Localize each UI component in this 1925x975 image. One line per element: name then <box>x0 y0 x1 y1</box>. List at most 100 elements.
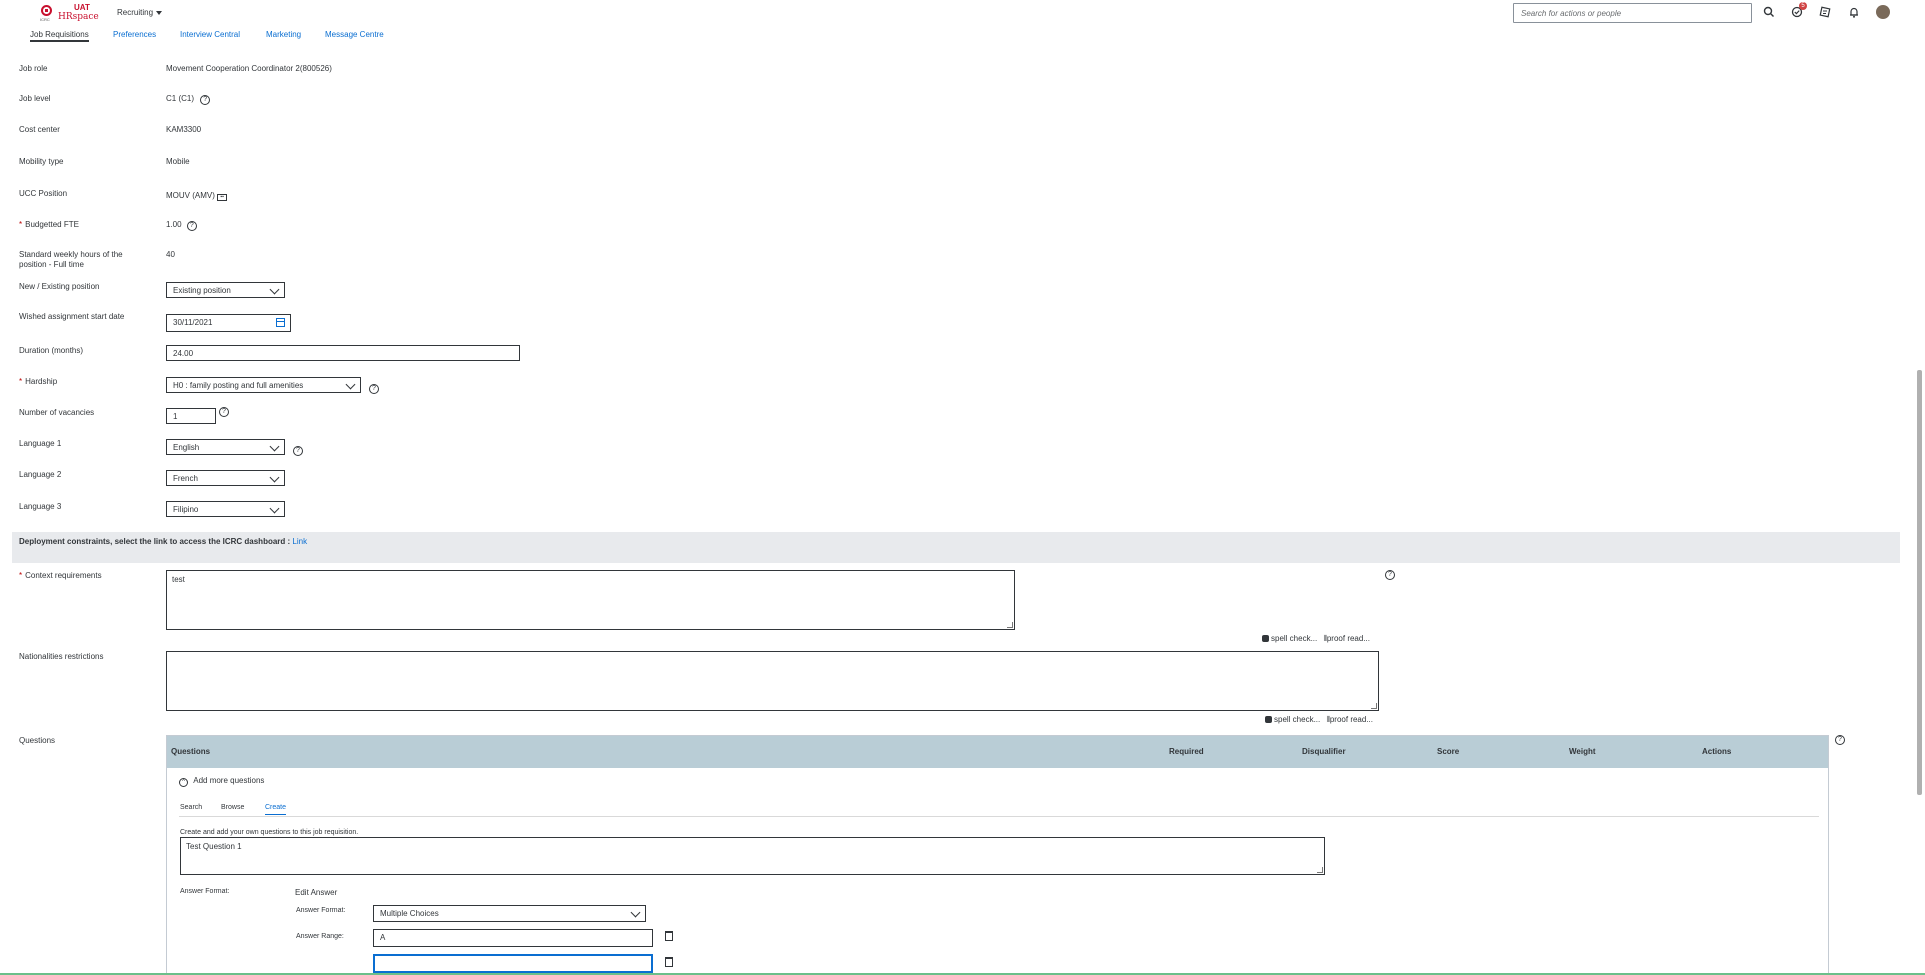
tab-marketing[interactable]: Marketing <box>266 30 301 39</box>
answer-format-select[interactable]: Multiple Choices <box>373 905 646 922</box>
nationalities-textarea[interactable] <box>166 651 1379 711</box>
start-date-input[interactable]: 30/11/2021 <box>166 314 291 332</box>
checkbox-icon <box>1265 716 1272 724</box>
language3-selected: Filipino <box>173 505 199 514</box>
spell-check-text: spell check... <box>1271 634 1318 643</box>
section-title-text: Deployment constraints, select the link … <box>19 537 291 546</box>
tab-preferences[interactable]: Preferences <box>113 30 156 39</box>
help-icon[interactable]: ? <box>369 384 379 394</box>
trash-icon[interactable] <box>665 931 673 941</box>
context-label: * Context requirements <box>19 571 139 581</box>
hardship-selected: H0 : family posting and full amenities <box>173 381 304 390</box>
questions-panel: Questions Required Disqualifier Score We… <box>166 735 1829 975</box>
new-existing-select[interactable]: Existing position <box>166 282 285 298</box>
hrspace-logo[interactable]: ICRC UAT HRspace <box>38 3 99 23</box>
mobility-type-label: Mobility type <box>19 157 64 166</box>
collapse-icon: ^ <box>179 778 188 787</box>
budgetted-fte-label: * Budgetted FTE <box>19 220 139 230</box>
module-switcher[interactable]: Recruiting <box>117 8 163 17</box>
chevron-down-icon <box>269 472 280 483</box>
mobility-type-value: Mobile <box>166 157 190 166</box>
module-label: Recruiting <box>117 8 154 17</box>
proof-read-link[interactable]: ⫴proof read... <box>1323 634 1370 643</box>
vacancies-input[interactable]: 1 <box>166 408 216 424</box>
trash-icon[interactable] <box>665 957 673 967</box>
tab-browse[interactable]: Browse <box>221 804 244 811</box>
proof-read-link[interactable]: ⫴proof read... <box>1326 715 1373 724</box>
questions-label: Questions <box>19 736 56 745</box>
context-textarea[interactable]: test <box>166 570 1015 630</box>
budgetted-fte-value: 1.00 ? <box>166 220 197 231</box>
page-scrollbar[interactable] <box>1917 370 1922 795</box>
todo-icon[interactable] <box>1818 5 1832 19</box>
tab-job-requisitions[interactable]: Job Requisitions <box>30 30 89 42</box>
weekly-hours-label: Standard weekly hours of the position - … <box>19 250 123 269</box>
hardship-label: * Hardship <box>19 377 139 387</box>
help-icon[interactable]: ? <box>186 221 197 231</box>
language2-label: Language 2 <box>19 470 62 479</box>
bell-icon[interactable] <box>1847 5 1861 19</box>
language1-selected: English <box>173 443 200 452</box>
duration-input[interactable]: 24.00 <box>166 345 520 361</box>
avatar[interactable] <box>1876 5 1890 19</box>
ucc-position-label: UCC Position <box>19 189 68 198</box>
ucc-position-value: MOUV (AMV) ▪▪ <box>166 191 228 201</box>
spell-check-link[interactable]: spell check... <box>1265 715 1320 724</box>
cost-center-value: KAM3300 <box>166 125 202 134</box>
tab-interview-central[interactable]: Interview Central <box>180 30 240 39</box>
required-marker: * <box>19 377 23 386</box>
hardship-select[interactable]: H0 : family posting and full amenities <box>166 377 361 393</box>
calendar-icon[interactable] <box>276 318 285 327</box>
col-weight: Weight <box>1569 747 1596 756</box>
context-tools: spell check... ⫴proof read... <box>1262 634 1370 644</box>
search-input[interactable]: Search for actions or people <box>1513 3 1752 23</box>
add-more-questions-toggle[interactable]: ^ Add more questions <box>179 776 264 787</box>
tab-message-centre[interactable]: Message Centre <box>325 30 384 39</box>
search-icon[interactable] <box>1762 5 1776 19</box>
help-icon[interactable]: ? <box>293 446 303 456</box>
caret-down-icon <box>156 10 163 15</box>
spell-check-link[interactable]: spell check... <box>1262 634 1317 643</box>
language1-select[interactable]: English <box>166 439 285 455</box>
answer-option-input[interactable]: A <box>373 929 653 947</box>
context-label-text: Context requirements <box>25 571 102 580</box>
edit-answer-heading: Edit Answer <box>295 888 338 897</box>
tab-search[interactable]: Search <box>180 804 202 811</box>
language2-selected: French <box>173 474 198 483</box>
checkbox-icon <box>1262 635 1269 643</box>
language3-select[interactable]: Filipino <box>166 501 285 517</box>
job-role-label: Job role <box>19 64 48 73</box>
budgetted-fte-label-text: Budgetted FTE <box>25 220 79 229</box>
help-icon[interactable]: ? <box>1385 570 1395 580</box>
add-more-questions-text: Add more questions <box>193 776 265 785</box>
col-required: Required <box>1169 747 1204 756</box>
job-level-value: C1 (C1) ? <box>166 94 211 105</box>
approvals-icon[interactable]: 5 <box>1790 2 1807 19</box>
tab-create[interactable]: Create <box>265 804 287 815</box>
chevron-down-icon <box>269 441 280 452</box>
job-level-label: Job level <box>19 94 51 103</box>
main-nav: Job Requisitions Preferences Interview C… <box>0 26 1925 44</box>
answer-format-selected: Multiple Choices <box>380 909 439 918</box>
card-icon[interactable]: ▪▪ <box>217 194 228 201</box>
language3-label: Language 3 <box>19 502 62 511</box>
dashboard-link[interactable]: Link <box>292 537 307 546</box>
ucc-position-text: MOUV (AMV) <box>166 191 215 200</box>
logo-org: ICRC <box>40 17 50 22</box>
question-text-input[interactable]: Test Question 1 <box>180 837 1325 875</box>
job-level-text: C1 (C1) <box>166 94 195 103</box>
cost-center-label: Cost center <box>19 125 60 134</box>
job-role-value: Movement Cooperation Coordinator 2(80052… <box>166 64 332 73</box>
help-icon[interactable]: ? <box>1835 735 1845 745</box>
deployment-constraints-section: Deployment constraints, select the link … <box>12 532 1900 563</box>
language2-select[interactable]: French <box>166 470 285 486</box>
help-icon[interactable]: ? <box>200 95 211 105</box>
answer-format-label: Answer Format: <box>296 907 346 914</box>
language1-label: Language 1 <box>19 439 62 448</box>
chevron-down-icon <box>269 284 280 295</box>
answer-option-input-new[interactable] <box>373 954 653 973</box>
weekly-hours-value: 40 <box>166 250 175 259</box>
budgetted-fte-text: 1.00 <box>166 220 182 229</box>
tab-divider <box>179 816 1819 817</box>
help-icon[interactable]: ? <box>219 407 229 417</box>
